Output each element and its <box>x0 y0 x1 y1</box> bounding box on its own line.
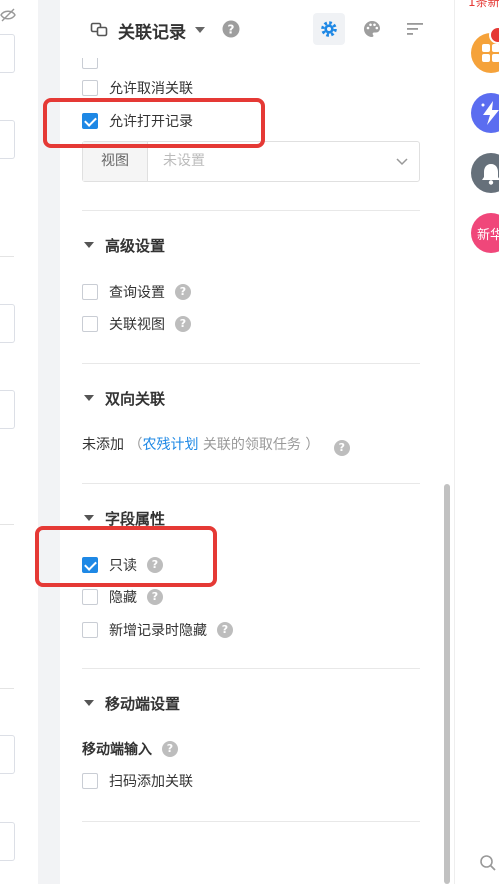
option-label: 隐藏 <box>109 590 137 606</box>
hidden-checkbox[interactable] <box>82 589 98 605</box>
view-select-label: 视图 <box>83 142 148 181</box>
related-sheet-link[interactable]: 农残计划 <box>142 437 198 453</box>
scan-add-checkbox[interactable] <box>82 773 98 789</box>
two-way-suffix: 关联的领取任务 <box>202 437 301 453</box>
option-label: 关联视图 <box>109 317 165 333</box>
option-allow-unlink[interactable]: 允许取消关联 <box>82 78 193 98</box>
related-view-checkbox[interactable] <box>82 316 98 332</box>
allow-open-checkbox[interactable] <box>82 113 98 129</box>
help-icon[interactable]: ? <box>222 20 240 42</box>
mobile-input-text: 移动端输入 <box>82 742 152 758</box>
paren-open: （ <box>128 437 143 453</box>
paren-close: ） <box>305 437 320 453</box>
help-icon[interactable]: ? <box>162 741 178 757</box>
option-label: 查询设置 <box>109 285 165 301</box>
option-related-view[interactable]: 关联视图 ? <box>82 314 191 334</box>
section-divider <box>82 363 420 364</box>
chevron-down-icon[interactable] <box>195 27 205 33</box>
option-query-settings[interactable]: 查询设置 ? <box>82 282 191 302</box>
option-readonly[interactable]: 只读 ? <box>82 555 163 575</box>
section-header-advanced[interactable]: 高级设置 <box>84 234 165 256</box>
new-app-label: 新华 <box>477 228 499 243</box>
help-icon[interactable]: ? <box>175 284 191 300</box>
notifications-button[interactable] <box>471 153 499 193</box>
screen: 关联记录 ? 允许取消关联 允许打开记录 视图 未设置 高级设置 查询设置 ? … <box>0 0 499 884</box>
panel-header: 关联记录 ? <box>60 0 454 58</box>
allow-unlink-checkbox[interactable] <box>82 80 98 96</box>
option-hide-on-new[interactable]: 新增记录时隐藏 ? <box>82 620 233 640</box>
eye-off-icon <box>0 8 16 22</box>
option-label: 只读 <box>109 558 137 574</box>
collapse-triangle-icon <box>84 700 94 706</box>
help-icon[interactable]: ? <box>147 589 163 605</box>
lightning-icon <box>481 101 499 125</box>
section-title: 字段属性 <box>105 509 166 528</box>
section-title: 移动端设置 <box>105 694 181 713</box>
gear-icon <box>321 21 337 37</box>
field-settings-panel: 关联记录 ? 允许取消关联 允许打开记录 视图 未设置 高级设置 查询设置 ? … <box>60 0 454 884</box>
ai-assistant-button[interactable] <box>471 93 499 133</box>
view-select-value: 未设置 <box>163 153 205 169</box>
section-header-field-props[interactable]: 字段属性 <box>84 507 165 529</box>
option-label: 允许打开记录 <box>109 114 193 130</box>
collapse-triangle-icon <box>84 515 94 521</box>
new-app-button[interactable]: 新华 <box>471 213 499 253</box>
canvas-field[interactable] <box>0 735 15 774</box>
mobile-input-label: 移动端输入 ? <box>82 739 178 759</box>
two-way-prefix: 未添加 <box>82 437 124 453</box>
canvas-field[interactable] <box>0 34 15 73</box>
section-divider <box>82 210 420 211</box>
option-label: 允许取消关联 <box>109 81 193 97</box>
view-select[interactable]: 视图 未设置 <box>82 141 420 182</box>
section-divider <box>82 483 420 484</box>
canvas-divider <box>0 524 14 525</box>
canvas-divider <box>0 688 14 689</box>
panel-gutter <box>38 0 60 884</box>
collapse-triangle-icon <box>84 395 94 401</box>
help-icon[interactable]: ? <box>217 622 233 638</box>
option-label: 新增记录时隐藏 <box>109 623 207 639</box>
canvas-field[interactable] <box>0 822 15 861</box>
option-scan-add[interactable]: 扫码添加关联 <box>82 771 193 791</box>
panel-scrollbar[interactable] <box>444 484 450 884</box>
option-label: 扫码添加关联 <box>109 774 193 790</box>
sort-icon[interactable] <box>406 20 424 38</box>
link-record-icon <box>90 22 108 37</box>
option-hidden[interactable]: 隐藏 ? <box>82 587 163 607</box>
collapse-triangle-icon <box>84 242 94 248</box>
hide-on-new-checkbox[interactable] <box>82 622 98 638</box>
bell-icon <box>482 164 499 185</box>
help-icon[interactable]: ? <box>175 316 191 332</box>
notification-text: 1条新 <box>468 0 499 9</box>
section-title: 双向关联 <box>105 389 166 408</box>
section-title: 高级设置 <box>105 236 166 255</box>
canvas-field[interactable] <box>0 390 15 429</box>
chevron-down-icon <box>396 158 408 166</box>
palette-icon[interactable] <box>363 20 381 38</box>
readonly-checkbox[interactable] <box>82 557 98 573</box>
section-divider <box>82 821 420 822</box>
canvas-divider <box>0 256 14 257</box>
help-icon[interactable]: ? <box>147 557 163 573</box>
settings-tab[interactable] <box>313 13 345 45</box>
two-way-status: 未添加 （农残计划 关联的领取任务 ） ? <box>82 434 350 456</box>
svg-text:?: ? <box>228 23 235 37</box>
field-type-title[interactable]: 关联记录 <box>118 18 186 43</box>
section-header-mobile[interactable]: 移动端设置 <box>84 692 180 714</box>
query-settings-checkbox[interactable] <box>82 284 98 300</box>
canvas-field[interactable] <box>0 120 15 159</box>
section-header-two-way[interactable]: 双向关联 <box>84 387 165 409</box>
right-app-rail: 1条新 新华 <box>455 0 499 884</box>
search-icon[interactable] <box>479 854 497 872</box>
option-allow-open[interactable]: 允许打开记录 <box>82 111 193 131</box>
canvas-field[interactable] <box>0 304 15 343</box>
section-divider <box>82 668 420 669</box>
help-icon[interactable]: ? <box>333 440 350 456</box>
